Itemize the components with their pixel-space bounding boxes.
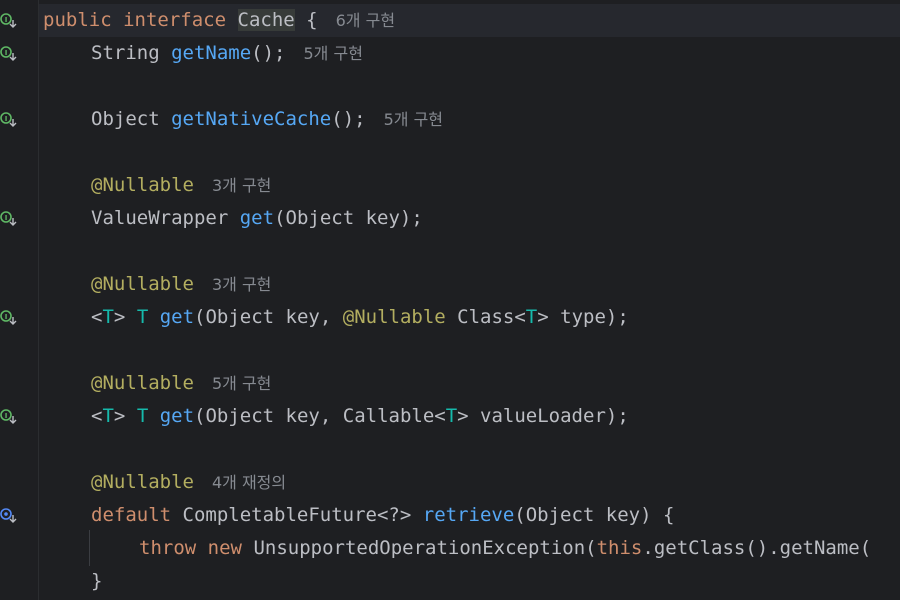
overrides-hint[interactable]: 4개 재정의 [212,473,286,492]
type-param: T [445,405,458,427]
method-chain: .getClass().getName( [642,537,872,559]
method-name[interactable]: getNativeCache [171,108,331,130]
code-line-annotation[interactable]: @Nullable 3개 구현 [43,169,271,202]
implementations-hint[interactable]: 5개 구현 [304,44,363,63]
return-type: ValueWrapper [91,207,229,229]
overridden-marker-icon[interactable] [0,506,20,526]
implementations-hint[interactable]: 5개 구현 [212,374,271,393]
method-params: (Object key) { [514,504,675,526]
keyword-this: this [596,537,643,559]
gutter-separator [38,0,39,600]
method-params: (Object key, [194,306,343,328]
return-type: Object [91,108,160,130]
method-name[interactable]: get [160,405,194,427]
implementations-hint[interactable]: 6개 구현 [336,11,395,30]
code-line-get[interactable]: ValueWrapper get(Object key); [43,202,423,235]
nullable-annotation: @Nullable [91,174,194,196]
keyword-new: new [207,537,242,559]
method-params: (Object key); [274,207,423,229]
method-params: Class< [445,306,526,328]
type-param: T [102,306,114,328]
method-params: > valueLoader); [457,405,629,427]
angle-open: < [91,306,103,328]
implemented-marker-icon[interactable]: I [0,110,20,130]
svg-text:I: I [5,16,8,24]
code-line-get-typed[interactable]: <T> T get(Object key, @Nullable Class<T>… [43,301,629,334]
implementations-hint[interactable]: 3개 구현 [212,176,271,195]
svg-text:I: I [5,313,8,321]
nullable-annotation: @Nullable [91,273,194,295]
implementations-hint[interactable]: 3개 구현 [212,275,271,294]
code-line-interface-declaration[interactable]: public interface Cache {6개 구현 [43,4,395,37]
method-name[interactable]: getName [171,42,251,64]
method-params: (); [251,42,286,64]
implemented-marker-icon[interactable]: I [0,11,20,31]
code-line-get-callable[interactable]: <T> T get(Object key, Callable<T> valueL… [43,400,629,433]
keyword-default: default [91,504,172,526]
svg-text:I: I [5,412,8,420]
svg-text:I: I [5,49,8,57]
angle-close: > [113,405,126,427]
keyword-interface: interface [123,9,227,31]
angle-open: < [91,405,103,427]
method-name[interactable]: get [240,207,274,229]
nullable-annotation: @Nullable [342,306,446,328]
method-params: (); [331,108,366,130]
code-line-retrieve[interactable]: default CompletableFuture<?> retrieve(Ob… [43,499,674,532]
keyword-throw: throw [139,537,197,559]
code-line-throw[interactable]: throw new UnsupportedOperationException(… [43,532,871,565]
implementations-hint[interactable]: 5개 구현 [384,110,443,129]
implemented-marker-icon[interactable]: I [0,407,20,427]
close-brace: } [91,570,103,592]
return-type: T [136,405,149,427]
code-line-close-brace[interactable]: } [43,565,102,598]
type-param: T [525,306,538,328]
method-name[interactable]: get [160,306,194,328]
nullable-annotation: @Nullable [91,372,194,394]
return-type: CompletableFuture<?> [182,504,412,526]
angle-close: > [113,306,126,328]
return-type: T [136,306,149,328]
code-line-get-name[interactable]: String getName(); 5개 구현 [43,37,363,70]
code-line-annotation[interactable]: @Nullable 4개 재정의 [43,466,286,499]
method-params: (Object key, Callable< [194,405,446,427]
method-params: > type); [537,306,629,328]
code-line-annotation[interactable]: @Nullable 3개 구현 [43,268,271,301]
implemented-marker-icon[interactable]: I [0,44,20,64]
code-line-get-native-cache[interactable]: Object getNativeCache(); 5개 구현 [43,103,443,136]
open-brace: { [306,9,318,31]
implemented-marker-icon[interactable]: I [0,209,20,229]
svg-text:I: I [5,115,8,123]
code-line-annotation[interactable]: @Nullable 5개 구현 [43,367,271,400]
method-name[interactable]: retrieve [423,504,515,526]
type-param: T [102,405,114,427]
keyword-public: public [43,9,112,31]
exception-class: UnsupportedOperationException( [253,537,597,559]
implemented-marker-icon[interactable]: I [0,308,20,328]
code-editor[interactable]: I I I I I I public interface Cache {6개 구… [0,0,900,600]
return-type: String [91,42,160,64]
nullable-annotation: @Nullable [91,471,194,493]
class-name[interactable]: Cache [237,9,295,31]
svg-text:I: I [5,214,8,222]
